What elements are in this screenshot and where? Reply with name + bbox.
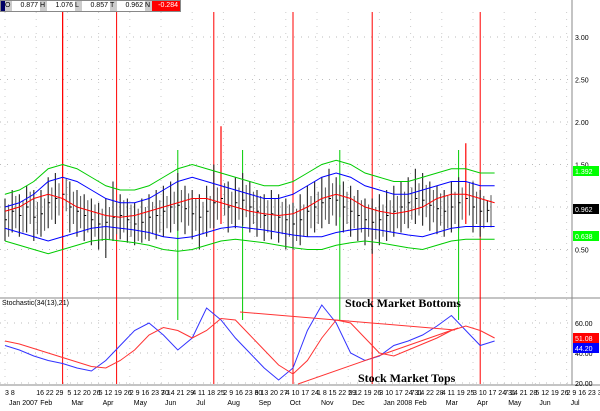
stock-chart: Stock Market Bottoms Stock Market Tops S… (0, 0, 600, 411)
stoch-tick-label: 20.00 (575, 381, 593, 388)
price-tick-label: 2.50 (575, 78, 589, 85)
annotation-tops: Stock Market Tops (358, 371, 456, 385)
date-tick-days: 5 12 19 26 (348, 390, 381, 397)
date-tick-month: Mar (71, 400, 84, 407)
date-tick-days: 3 8 (5, 390, 15, 397)
date-tick-days: 7 14 22 28 (411, 390, 444, 397)
date-tick-month: Nov (321, 400, 334, 407)
open-label: O (5, 1, 12, 11)
high-value: 1.076 (55, 2, 73, 9)
date-tick-month: Jan 2008 (383, 400, 412, 407)
date-tick-month: Jan 2007 (9, 400, 38, 407)
date-tick-month: Aug (227, 400, 240, 407)
date-tick-month: Apr (477, 400, 489, 407)
date-tick-month: Jun (539, 400, 550, 407)
last-label: T (110, 1, 117, 11)
date-tick-month: Jun (165, 400, 176, 407)
upper-band-value: 1.392 (575, 169, 593, 176)
price-tick-label: 0.50 (575, 248, 589, 255)
date-tick-month: Mar (446, 400, 459, 407)
stoch-d-value: 51.08 (575, 336, 593, 343)
price-tick-label: 3.00 (575, 35, 589, 42)
date-tick-days: 7 14 21 29 (161, 390, 194, 397)
stoch-k-value: 44.20 (575, 346, 593, 353)
date-tick-days: 5 12 19 26 (99, 390, 132, 397)
date-tick-days: 4 11 19 25 (442, 390, 475, 397)
date-tick-month: Feb (40, 400, 52, 407)
date-tick-month: Oct (290, 400, 301, 407)
date-tick-month: Dec (352, 400, 365, 407)
date-tick-month: May (508, 400, 522, 407)
date-tick-days: 4 10 17 24 (286, 390, 319, 397)
last-price-value: 0.962 (575, 207, 593, 214)
date-tick-month: Jul (571, 400, 580, 407)
annotation-bottoms: Stock Market Bottoms (345, 296, 461, 310)
date-tick-days: 5 12 19 26 (535, 390, 568, 397)
low-value: 0.857 (90, 2, 108, 9)
stoch-tick-label: 60.00 (575, 321, 593, 328)
stochastic-title: Stochastic(34(13),21) (2, 300, 69, 307)
date-tick-days: 2 9 16 23 30 (567, 390, 600, 397)
low-label: L (75, 1, 82, 11)
date-tick-days: 6 13 20 27 (255, 390, 288, 397)
date-tick-month: Feb (415, 400, 427, 407)
net-change-value: -0.284 (152, 1, 180, 11)
date-tick-month: Jul (196, 400, 205, 407)
high-label: H (40, 1, 47, 11)
date-tick-month: May (134, 400, 148, 407)
open-value: 0.877 (20, 2, 38, 9)
date-tick-month: Apr (103, 400, 115, 407)
date-tick-days: 7 14 21 28 (504, 390, 537, 397)
date-tick-month: Sep (259, 400, 272, 407)
date-tick-days: 4 11 18 25 (192, 390, 225, 397)
date-tick-days: 16 22 29 (36, 390, 63, 397)
lower-band-value: 0.638 (575, 234, 593, 241)
price-tick-label: 2.00 (575, 120, 589, 127)
last-value: 0.962 (125, 2, 143, 9)
quote-header: O 0.877 H 1.076 L 0.857 T 0.962 N -0.284 (0, 0, 181, 12)
date-tick-days: 5 12 20 26 (67, 390, 100, 397)
net-label: N (145, 1, 152, 11)
